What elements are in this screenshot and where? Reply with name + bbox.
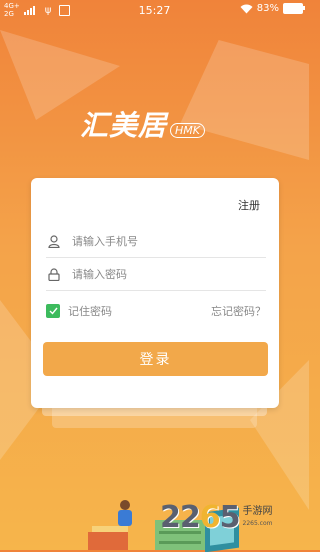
watermark-number: 2265: [160, 500, 240, 535]
status-bar: 4G+ 2G ψ 15:27 83%: [0, 0, 309, 22]
phone-input[interactable]: [70, 233, 254, 249]
login-card: 注册 记住密码 忘记密码？ 登录: [31, 178, 279, 408]
user-icon: [46, 233, 62, 249]
illustration-person-books: [88, 500, 158, 550]
remember-row: 记住密码 忘记密码？: [46, 301, 266, 321]
battery-percent: 83%: [256, 3, 279, 14]
site-watermark: 2265 手游网 2265.com: [160, 500, 273, 535]
register-link[interactable]: 注册: [238, 197, 260, 213]
logo-sub-text: HMK: [170, 123, 205, 138]
status-right: 83%: [240, 3, 305, 14]
watermark-text: 手游网 2265.com: [243, 506, 273, 530]
remember-label[interactable]: 记住密码: [68, 303, 112, 319]
password-row: [46, 258, 266, 291]
phone-row: [46, 225, 266, 258]
watermark-label: 手游网: [242, 505, 273, 517]
remember-checkbox[interactable]: [46, 304, 60, 318]
check-icon: [49, 307, 58, 315]
wifi-icon: [240, 4, 253, 13]
login-button[interactable]: 登录: [43, 342, 268, 376]
battery-icon: [283, 3, 305, 14]
lock-icon: [46, 266, 62, 282]
forgot-password-link[interactable]: 忘记密码？: [211, 303, 266, 319]
watermark-domain: 2265.com: [242, 519, 273, 527]
app-logo: 汇美居 HMK: [80, 104, 230, 144]
password-input[interactable]: [70, 266, 254, 282]
logo-text: 汇美居: [80, 109, 168, 142]
